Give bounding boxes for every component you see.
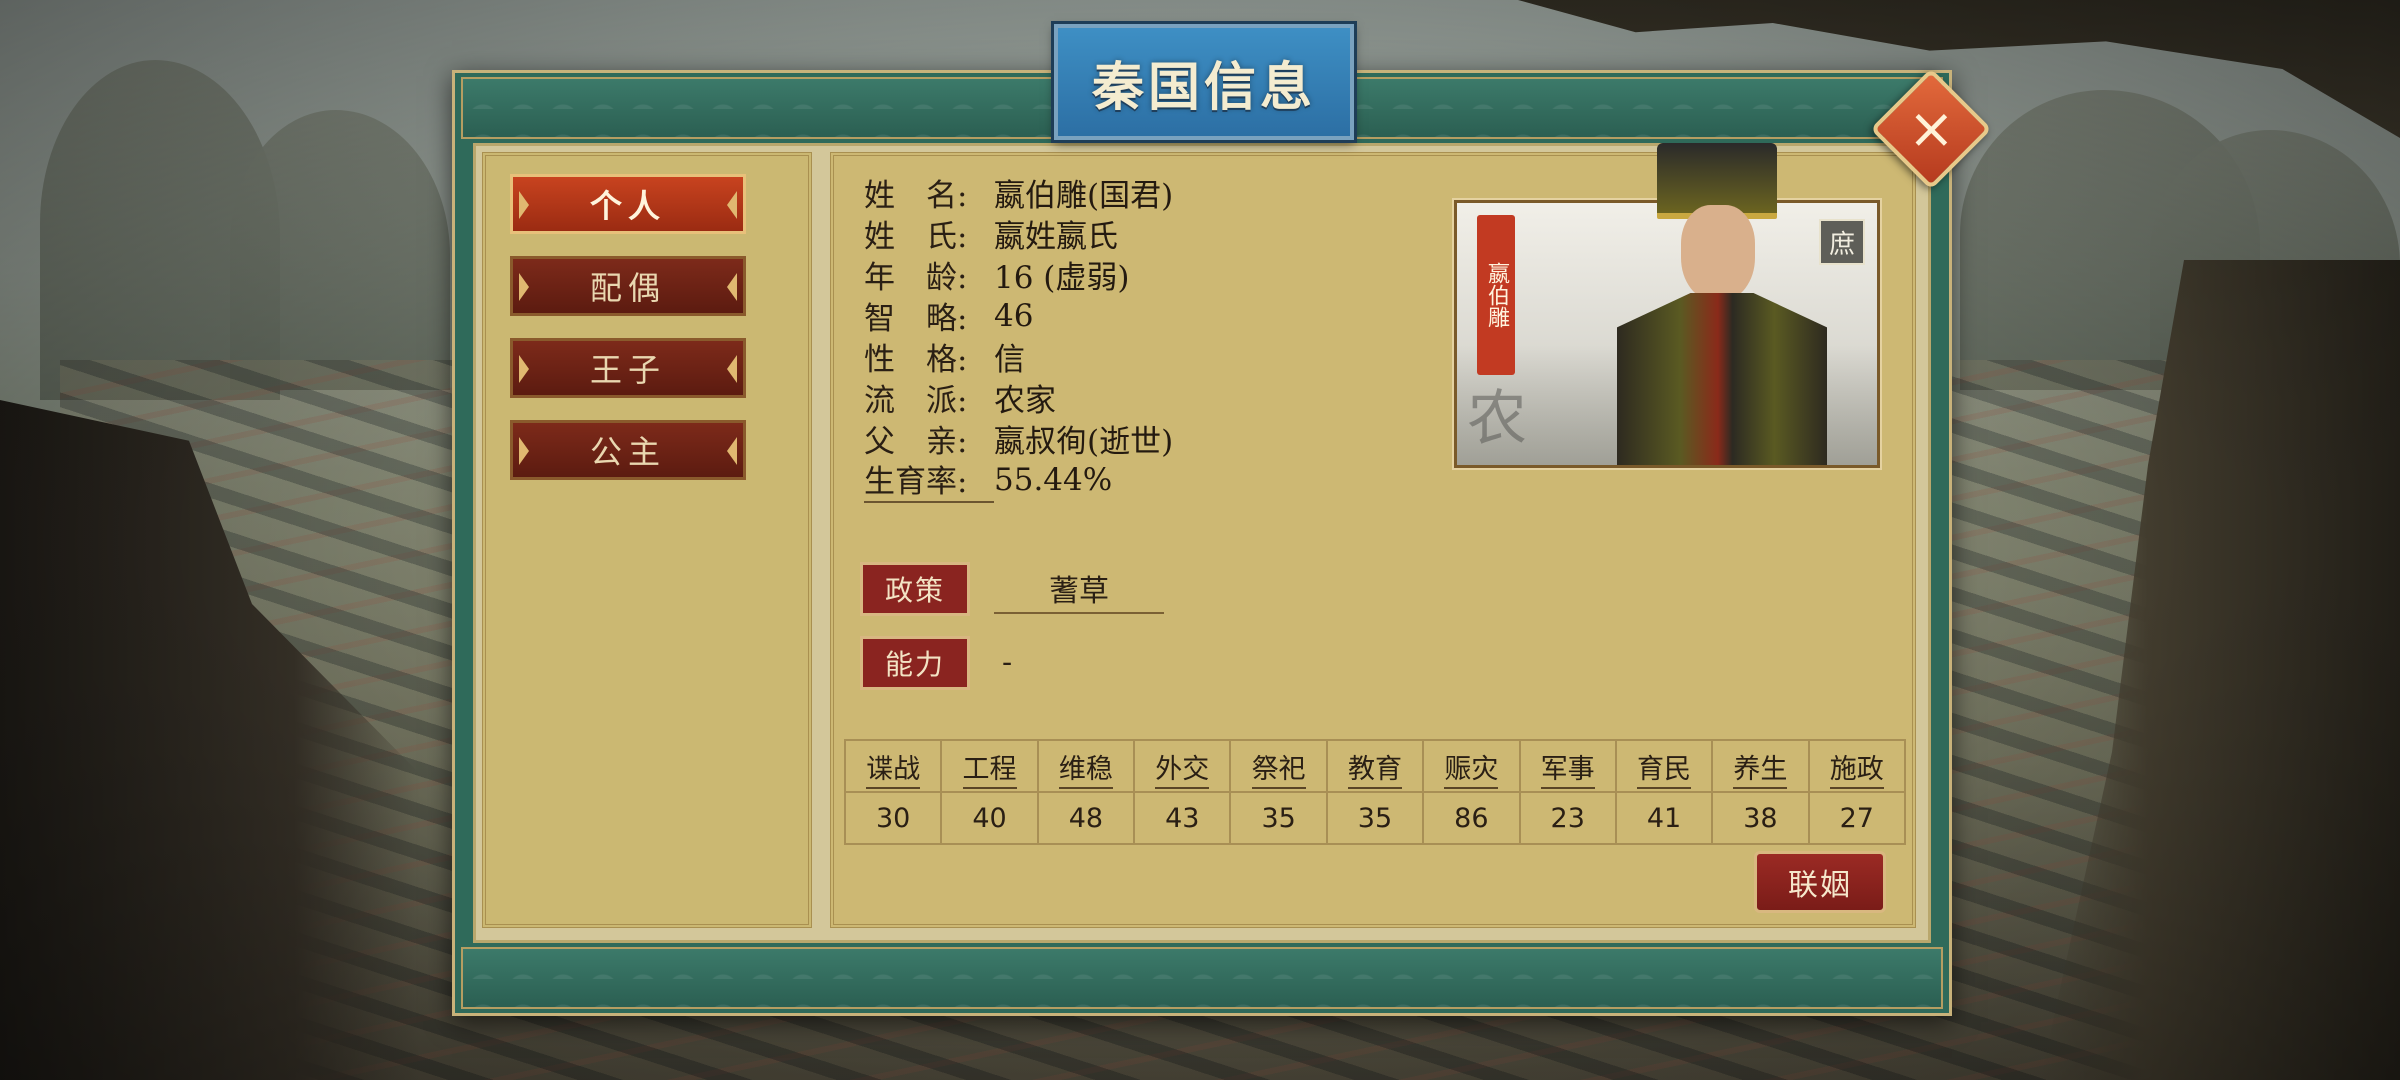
info-row-name: 姓 名: 嬴伯雕(国君) (864, 172, 1174, 214)
attribute-stats-table: 谍战 工程 维稳 外交 祭祀 教育 赈灾 军事 育民 养生 施政 30 40 4… (843, 739, 1907, 845)
info-row-fertility[interactable]: 生育率: 55.44% (864, 456, 1173, 503)
info-row-father: 父 亲: 嬴叔徇(逝世) (864, 418, 1174, 460)
info-label: 父 亲: (864, 424, 968, 460)
stat-value: 35 (1325, 791, 1425, 845)
close-x-icon: × (1907, 95, 1955, 161)
policy-value[interactable]: 蓍草 (994, 564, 1164, 614)
info-value: 16 (虚弱) (994, 260, 1130, 296)
dialog-title-plaque: 秦国信息 (1051, 21, 1357, 143)
info-value: 55.44% (994, 461, 1113, 498)
tab-spouse[interactable]: 配偶 (510, 256, 746, 316)
stat-value: 27 (1807, 791, 1907, 845)
info-label: 年 龄: (864, 260, 968, 296)
tab-princesses[interactable]: 公主 (510, 420, 746, 480)
info-label: 姓 名: (864, 178, 968, 214)
stat-header: 施政 (1829, 753, 1884, 789)
stat-value: 40 (940, 791, 1039, 845)
info-label: 流 派: (864, 383, 968, 419)
info-row-clan: 姓 氏: 嬴姓嬴氏 (864, 213, 1173, 255)
stat-header: 军事 (1540, 753, 1595, 789)
tab-personal[interactable]: 个人 (510, 174, 746, 234)
info-value: 嬴伯雕(国君) (994, 178, 1174, 214)
stat-value: 23 (1518, 791, 1617, 845)
name-stamp: 嬴伯雕 (1477, 215, 1515, 375)
character-portrait: 农 嬴伯雕 庶 (1452, 143, 1882, 470)
dialog-title: 秦国信息 (1091, 56, 1316, 118)
stat-header: 外交 (1155, 753, 1210, 789)
stat-header: 祭祀 (1251, 753, 1306, 789)
tabs-panel: 个人 配偶 王子 公主 (482, 152, 812, 928)
info-value: 信 (994, 342, 1025, 378)
info-label: 姓 氏: (864, 219, 968, 255)
dialog-bottom-band (461, 947, 1943, 1009)
stat-header: 谍战 (866, 753, 921, 789)
info-value: 嬴姓嬴氏 (994, 219, 1118, 255)
stat-header: 赈灾 (1444, 753, 1499, 789)
policy-label: 政策 (860, 562, 970, 616)
ability-value: - (1002, 644, 1013, 680)
info-label: 性 格: (864, 342, 968, 378)
stats-value-row: 30 40 48 43 35 35 86 23 41 38 27 (843, 791, 1907, 845)
marriage-button[interactable]: 联姻 (1754, 851, 1886, 913)
stat-header: 维稳 (1058, 753, 1113, 789)
character-info-list: 姓 名: 嬴伯雕(国君) 姓 氏: 嬴姓嬴氏 年 龄: 16 (虚弱) 智 略:… (864, 172, 1174, 503)
stat-value: 86 (1422, 791, 1521, 845)
stat-value: 38 (1711, 791, 1810, 845)
stat-header: 工程 (962, 753, 1017, 789)
stat-header: 教育 (1347, 753, 1402, 789)
info-value: 农家 (994, 383, 1056, 419)
info-value: 嬴叔徇(逝世) (994, 424, 1174, 460)
stat-value: 41 (1614, 791, 1714, 845)
stat-value: 30 (843, 791, 943, 845)
info-value: 46 (994, 297, 1034, 334)
info-row-school: 流 派: 农家 (864, 377, 1173, 419)
info-label: 智 略: (864, 301, 968, 337)
info-row-intelligence: 智 略: 46 (864, 295, 1173, 338)
stat-header: 育民 (1637, 753, 1692, 789)
tab-princes[interactable]: 王子 (510, 338, 746, 398)
personal-info-panel: 姓 名: 嬴伯雕(国君) 姓 氏: 嬴姓嬴氏 年 龄: 16 (虚弱) 智 略:… (830, 143, 1916, 928)
info-row-age: 年 龄: 16 (虚弱) (864, 254, 1173, 296)
stat-header: 养生 (1733, 753, 1788, 789)
info-row-personality: 性 格: 信 (864, 336, 1173, 378)
ability-label: 能力 (860, 636, 970, 690)
stat-value: 35 (1229, 791, 1328, 845)
stats-header-row: 谍战 工程 维稳 外交 祭祀 教育 赈灾 军事 育民 养生 施政 (843, 739, 1907, 793)
rank-badge: 庶 (1819, 219, 1865, 265)
ruler-figure (1607, 143, 1837, 465)
stat-value: 48 (1036, 791, 1136, 845)
school-mark: 农 (1467, 384, 1527, 454)
stat-value: 43 (1133, 791, 1232, 845)
info-label[interactable]: 生育率: (864, 456, 994, 503)
